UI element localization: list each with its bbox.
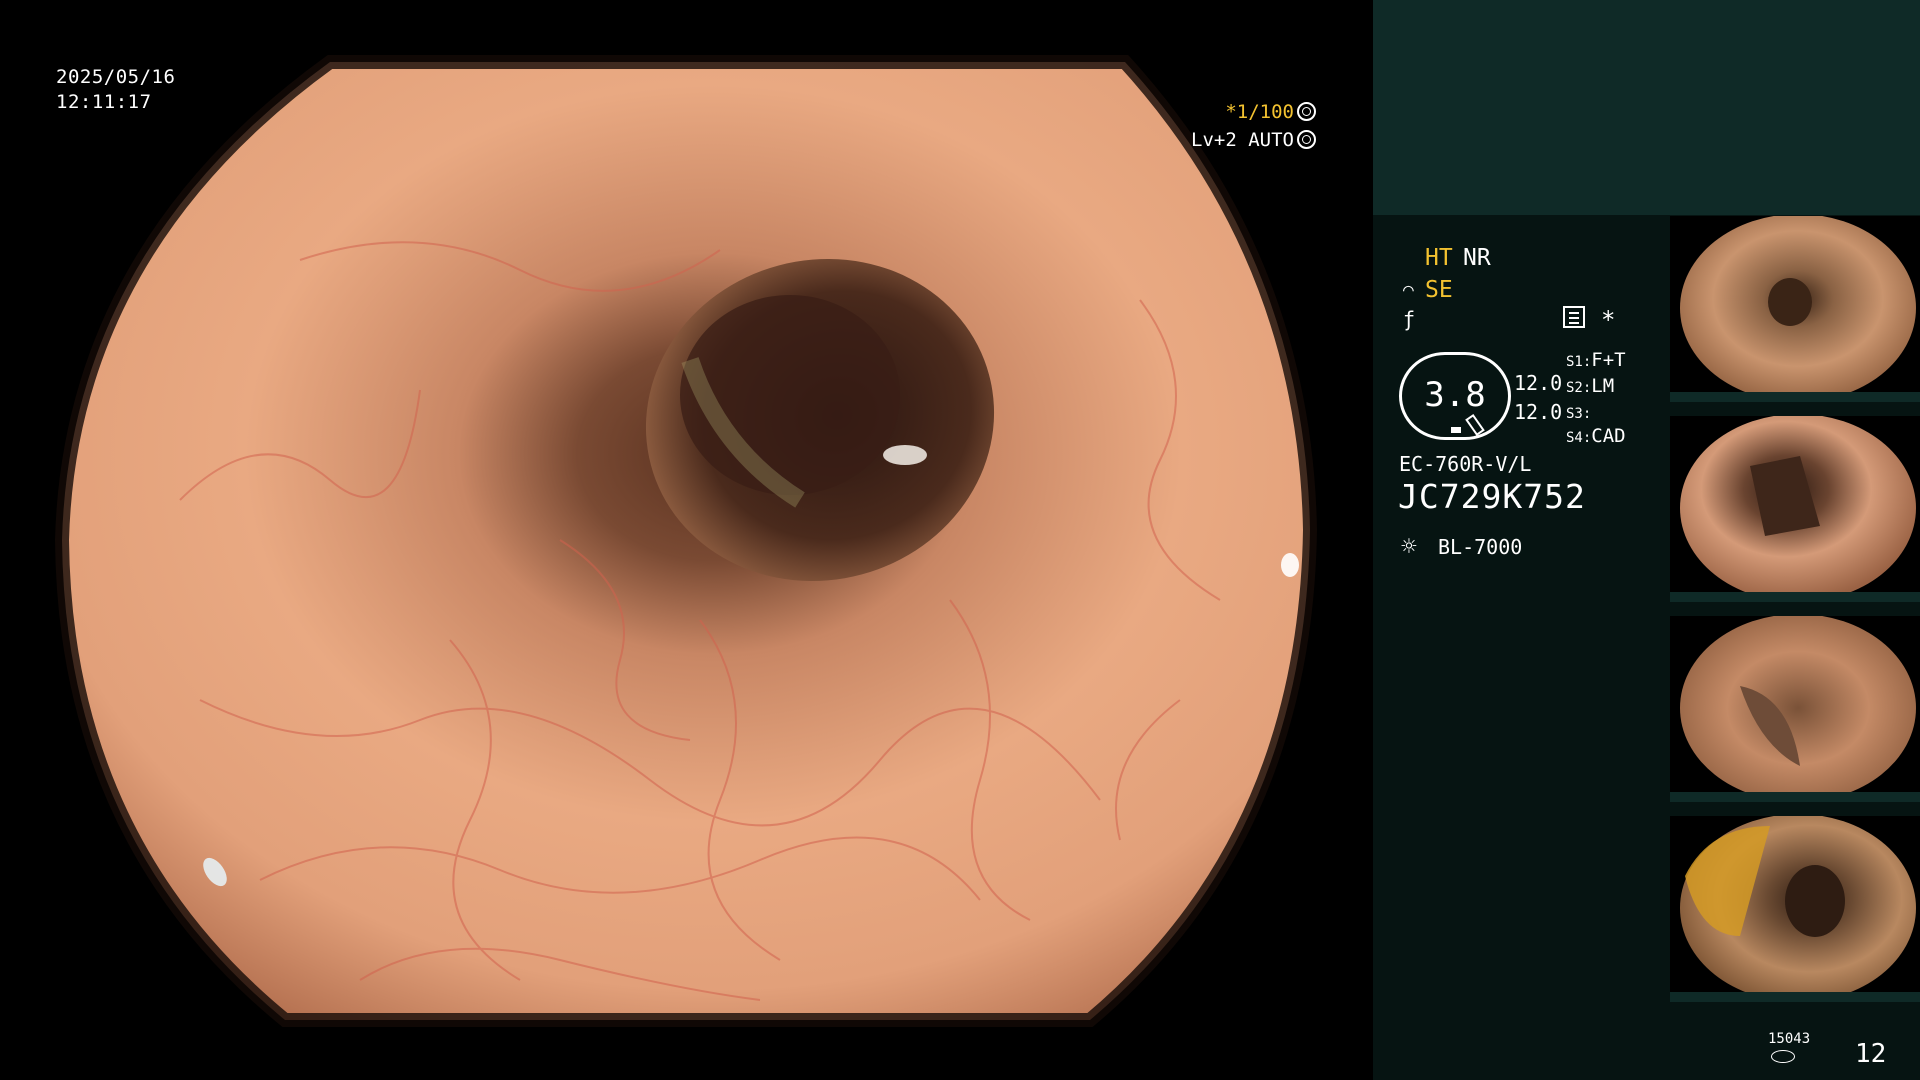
timestamp-time: 12:11:17 (56, 91, 152, 113)
light-source-icon: ☼ (1401, 532, 1417, 562)
switch-1-key: S1 (1566, 354, 1583, 370)
light-source-model: BL-7000 (1438, 535, 1523, 559)
iris-readout: Lv+2 AUTO (1191, 127, 1316, 153)
thumbnail-2-image (1680, 416, 1916, 602)
capture-counter: 15043 (1768, 1031, 1811, 1047)
value-readout-2: 12.0 (1514, 400, 1563, 424)
f-curve-icon: ƒ (1403, 307, 1416, 331)
gauge-bar (1451, 427, 1461, 433)
iris-mode: AUTO (1248, 129, 1294, 151)
endoscope-main-view: 2025/05/16 12:11:17 *1/100 Lv+2 AUTO (0, 0, 1372, 1080)
switch-1-value: F+T (1591, 349, 1626, 371)
switch-4-key: S4 (1566, 430, 1583, 446)
nr-indicator: NR (1463, 245, 1491, 271)
scope-serial: JC729K752 (1398, 477, 1586, 516)
info-panel: HT NR ⌒ SE ƒ * 3.8 12.0 12.0 S1:F+T S2:L… (1373, 0, 1920, 1080)
switch-2-value: LM (1591, 375, 1615, 397)
shutter-value: 1/100 (1236, 101, 1294, 123)
switch-4: S4:CAD (1566, 425, 1626, 447)
menu-icon (1563, 306, 1585, 328)
zoom-gauge: 3.8 (1399, 352, 1511, 440)
thumbnail-3[interactable] (1670, 616, 1920, 802)
thumbnail-4-stripe (1670, 992, 1920, 1002)
switch-3-key: S3 (1566, 406, 1583, 422)
value-readout-1: 12.0 (1514, 371, 1563, 395)
thumbnail-3-stripe (1670, 792, 1920, 802)
iris-icon (1297, 130, 1316, 149)
timestamp-date: 2025/05/16 (56, 66, 176, 88)
endoscope-image (0, 0, 1372, 1080)
gauge-needle-icon (1465, 413, 1485, 437)
thumbnail-2[interactable] (1670, 416, 1920, 602)
switch-4-value: CAD (1591, 425, 1626, 447)
thumbnail-1-stripe (1670, 392, 1920, 402)
thumbnail-3-image (1680, 616, 1916, 802)
asterisk-indicator: * (1601, 306, 1616, 334)
switch-2-key: S2 (1566, 380, 1583, 396)
thumbnail-1[interactable] (1670, 216, 1920, 402)
shutter-icon (1297, 102, 1316, 121)
se-indicator: SE (1425, 277, 1453, 303)
shutter-speed-readout: *1/100 (1225, 99, 1316, 125)
switch-1: S1:F+T (1566, 349, 1626, 371)
thumbnail-1-image (1680, 216, 1916, 402)
shutter-prefix: * (1225, 101, 1237, 123)
thumbnail-4[interactable] (1670, 816, 1920, 1002)
curve-icon: ⌒ (1403, 279, 1414, 300)
panel-header-area (1373, 0, 1920, 215)
iris-level: Lv+2 (1191, 129, 1237, 151)
storage-icon (1771, 1050, 1795, 1063)
switch-2: S2:LM (1566, 375, 1615, 397)
page-number: 12 (1855, 1039, 1887, 1069)
scope-model: EC-760R-V/L (1399, 452, 1532, 476)
zoom-value: 3.8 (1424, 375, 1486, 415)
thumbnail-4-image (1680, 816, 1916, 1002)
switch-3: S3: (1566, 406, 1592, 422)
thumbnail-2-stripe (1670, 592, 1920, 602)
ht-indicator: HT (1425, 245, 1453, 271)
